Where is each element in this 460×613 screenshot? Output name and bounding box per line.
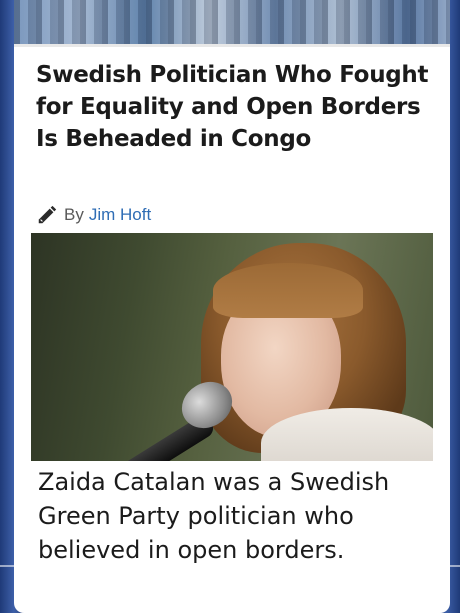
article-caption: Zaida Catalan was a Swedish Green Party … — [38, 468, 390, 564]
photo-bangs — [213, 263, 363, 318]
article-photo — [31, 233, 433, 461]
video-progress-line[interactable] — [0, 565, 460, 567]
author-link[interactable]: Jim Hoft — [89, 205, 151, 225]
byline: By Jim Hoft — [36, 203, 151, 227]
header-banner-image — [14, 0, 450, 47]
byline-prefix: By — [64, 205, 84, 224]
article-card: Swedish Politician Who Fought for Equali… — [14, 47, 450, 613]
pencil-icon — [38, 205, 57, 224]
banner-crowd-photo — [14, 0, 450, 44]
article-headline[interactable]: Swedish Politician Who Fought for Equali… — [36, 59, 436, 155]
